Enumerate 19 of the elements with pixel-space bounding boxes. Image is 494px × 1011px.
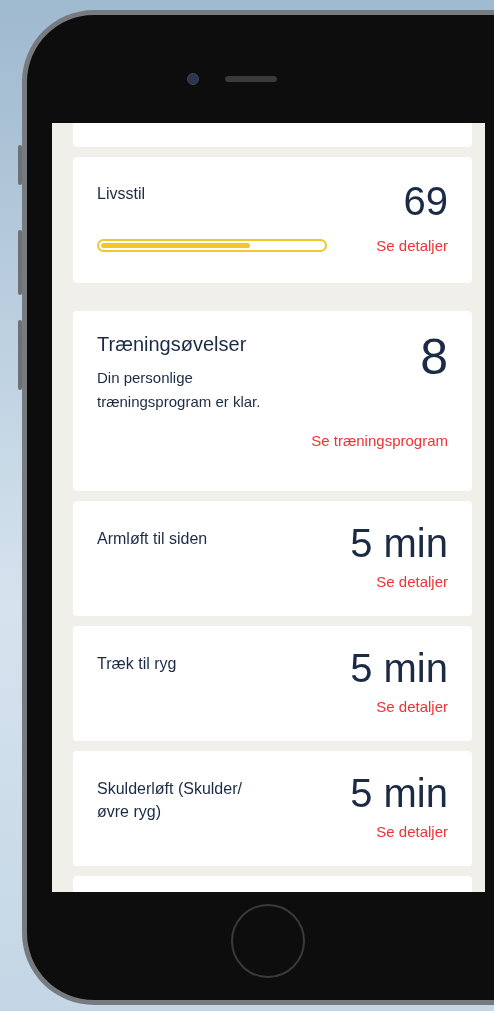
score-value: 69 [403,179,448,223]
camera-icon [187,73,199,85]
exercise-duration: 5 min [350,521,448,565]
program-link[interactable]: Se træningsprogram [311,432,448,449]
home-button[interactable] [231,904,305,978]
exercise-title: Skulderløft (Skulder/øvre ryg) [97,779,243,822]
exercise-title: Træk til ryg [97,654,178,674]
exercise-duration: 5 min [350,771,448,815]
exercise-title: Armløft til siden [97,529,209,549]
details-link[interactable]: Se detaljer [376,573,448,590]
details-link[interactable]: Se detaljer [376,823,448,840]
card-description: Din personlige træningsprogram er klar. [97,368,262,412]
card-title: Livsstil [97,185,145,203]
details-link[interactable]: Se detaljer [376,237,448,254]
card-title: Træningsøvelser [97,333,248,356]
speaker-grille [225,76,277,82]
exercise-duration: 5 min [350,646,448,690]
details-link[interactable]: Se detaljer [376,698,448,715]
exercise-count: 8 [420,329,448,385]
